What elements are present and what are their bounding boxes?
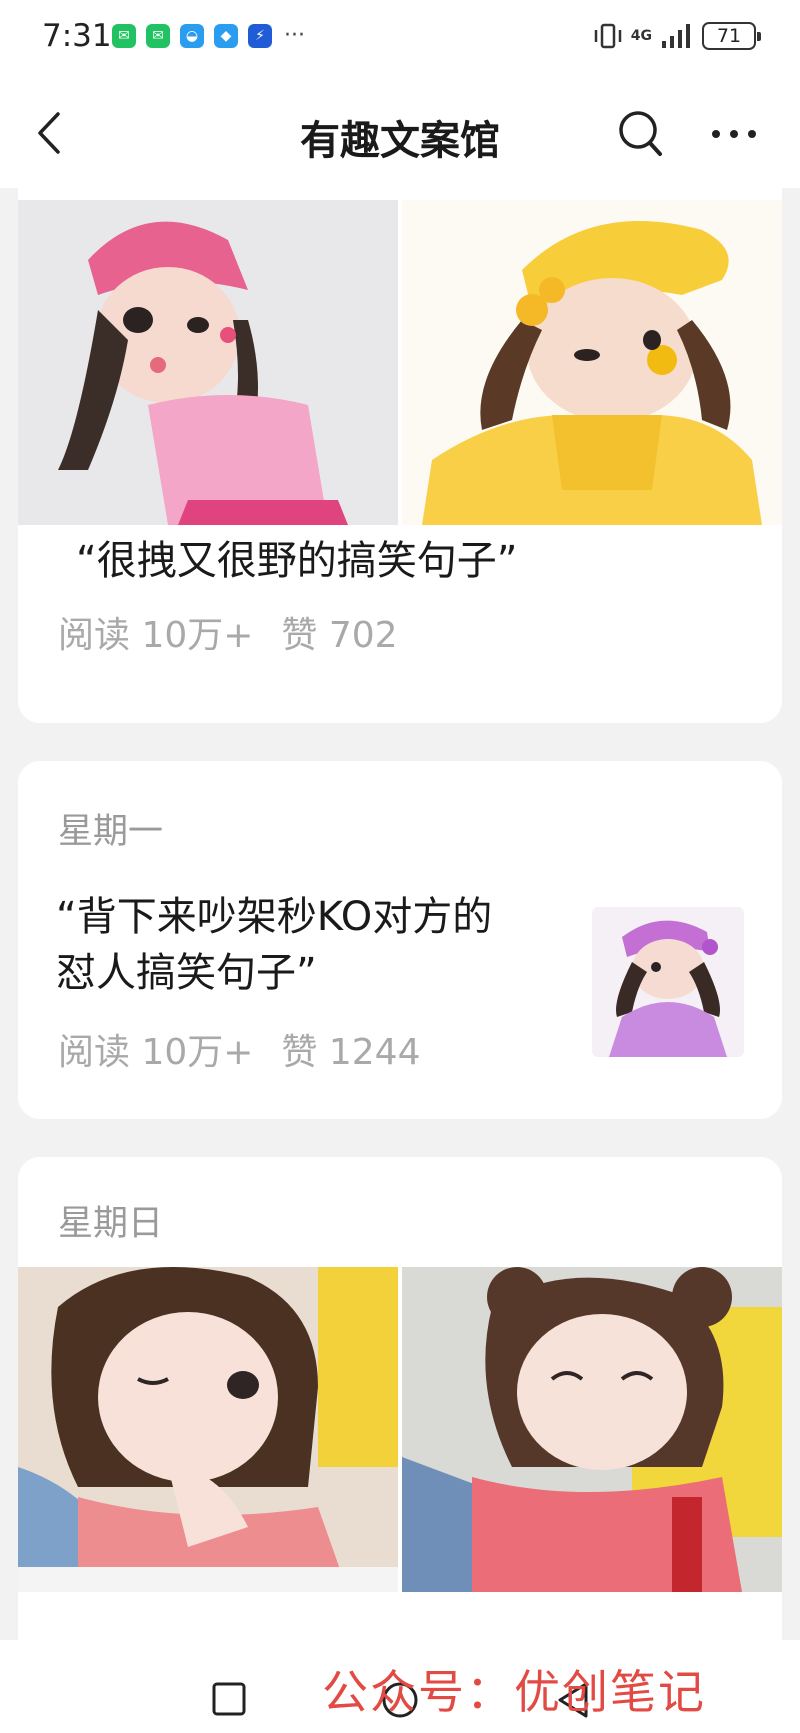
cover-image-girl-pink-cap <box>18 200 398 525</box>
girl-yellow-cap-illustration <box>402 200 782 525</box>
article-cover-images <box>18 1267 782 1592</box>
article-meta: 阅读 10万+ 赞 702 <box>58 606 398 658</box>
like-count: 赞 1244 <box>281 1032 421 1073</box>
cover-image-girl-yellow-cap <box>402 200 782 525</box>
status-time: 7:31 <box>42 18 112 54</box>
day-label: 星期日 <box>58 1204 164 1244</box>
app-icon: ◆ <box>214 24 238 48</box>
girl-denim-overalls-illustration <box>18 1267 398 1592</box>
article-card[interactable]: 星期一 “背下来吵架秒KO对方的 怼人搞笑句子” 阅读 10万+ 赞 1244 <box>18 761 782 1119</box>
like-count: 赞 702 <box>281 615 398 656</box>
notification-icons: ✉ ✉ ◒ ◆ ⚡ ··· <box>112 24 305 48</box>
app-icon: ◒ <box>180 24 204 48</box>
article-card[interactable]: “很拽又很野的搞笑句子” 阅读 10万+ 赞 702 <box>18 188 782 723</box>
article-title-line1[interactable]: “背下来吵架秒KO对方的 <box>56 889 492 945</box>
wechat-icon: ✉ <box>112 24 136 48</box>
page-title: 有趣文案馆 <box>300 118 500 164</box>
more-dots-icon[interactable] <box>708 114 760 154</box>
header: 有趣文案馆 <box>0 78 800 188</box>
wechat-icon: ✉ <box>146 24 170 48</box>
status-bar: 7:31 ✉ ✉ ◒ ◆ ⚡ ··· 4G 71 <box>0 0 800 78</box>
battery-level: 71 <box>716 25 742 47</box>
vibrate-icon <box>594 23 622 49</box>
watermark-text: 公众号：优创笔记 <box>322 1665 706 1719</box>
day-label: 星期一 <box>58 812 164 852</box>
read-count: 阅读 10万+ <box>58 1032 254 1073</box>
cover-image-girl-denim <box>18 1267 398 1592</box>
network-type: 4G <box>630 28 652 44</box>
girl-pink-shirt-illustration <box>402 1267 782 1592</box>
article-title[interactable]: “很拽又很野的搞笑句子” <box>76 533 517 589</box>
battery-indicator: 71 <box>702 22 761 50</box>
girl-pink-cap-illustration <box>18 200 398 525</box>
article-cover-images <box>18 200 782 525</box>
cover-image-girl-pink-shirt <box>402 1267 782 1592</box>
signal-icon <box>662 24 690 48</box>
more-notifications-icon: ··· <box>284 23 305 48</box>
read-count: 阅读 10万+ <box>58 615 254 656</box>
article-card[interactable]: 星期日 <box>18 1157 782 1657</box>
recent-apps-icon[interactable] <box>212 1682 246 1716</box>
article-thumbnail[interactable] <box>592 907 744 1057</box>
search-icon[interactable] <box>616 106 666 160</box>
article-title-line2[interactable]: 怼人搞笑句子” <box>56 945 317 1001</box>
status-indicators: 4G 71 <box>593 22 761 50</box>
girl-purple-dress-illustration <box>592 907 744 1057</box>
article-meta: 阅读 10万+ 赞 1244 <box>58 1023 420 1075</box>
app-icon: ⚡ <box>248 24 272 48</box>
